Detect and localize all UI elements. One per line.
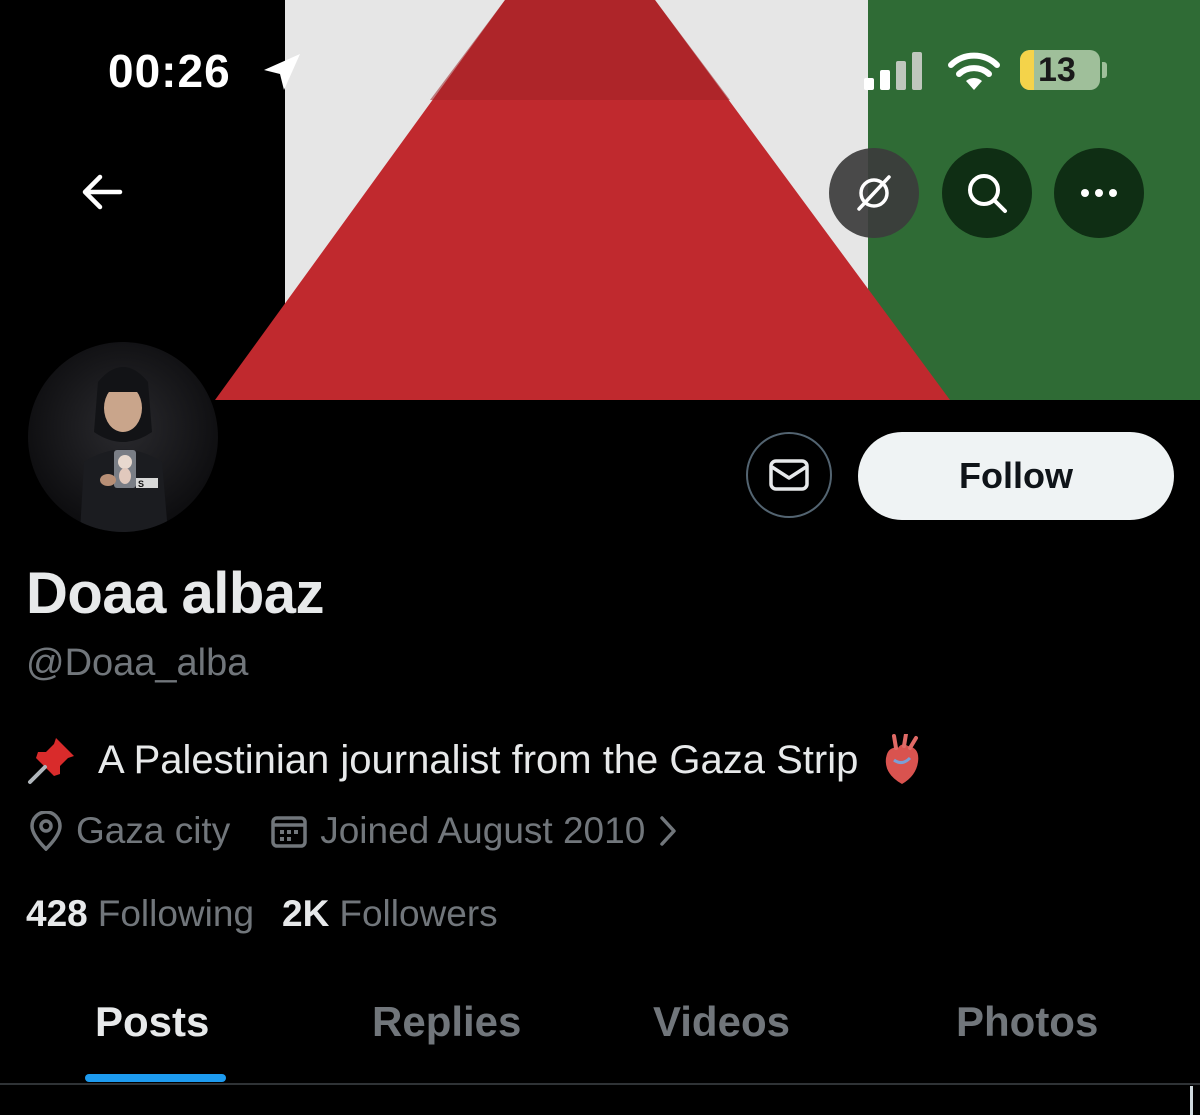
- scrollbar[interactable]: [1190, 1086, 1193, 1115]
- tab-posts[interactable]: Posts: [95, 998, 209, 1046]
- following-label: Following: [97, 893, 255, 934]
- chevron-right-icon: [659, 815, 677, 847]
- following-link[interactable]: 428 Following: [26, 893, 254, 935]
- user-handle: @Doaa_alba: [26, 642, 249, 684]
- tab-replies[interactable]: Replies: [372, 998, 521, 1046]
- active-tab-indicator: [85, 1074, 226, 1082]
- followers-link[interactable]: 2K Followers: [282, 893, 498, 935]
- avatar-image: S: [28, 342, 218, 532]
- message-button[interactable]: [746, 432, 832, 518]
- location-services-icon: [262, 52, 302, 97]
- envelope-icon: [769, 459, 809, 491]
- wifi-icon: [946, 50, 1002, 97]
- followers-count: 2K: [282, 893, 330, 934]
- profile-meta: Gaza city Joined August 2010: [28, 810, 677, 852]
- grok-icon: [857, 175, 891, 211]
- arrow-left-icon: [82, 174, 123, 210]
- profile-tabs: Posts Replies Videos Photos: [0, 980, 1200, 1080]
- more-options-button[interactable]: [1054, 148, 1144, 238]
- followers-label: Followers: [339, 893, 498, 934]
- display-name: Doaa albaz: [26, 561, 325, 626]
- location-text: Gaza city: [76, 810, 231, 851]
- follow-button[interactable]: Follow: [858, 432, 1174, 520]
- tab-videos[interactable]: Videos: [653, 998, 790, 1046]
- bio-text: A Palestinian journalist from the Gaza S…: [98, 737, 859, 782]
- joined-text: Joined August 2010: [320, 810, 646, 851]
- search-icon: [968, 174, 1007, 213]
- anatomical-heart-icon: [880, 734, 924, 786]
- ellipsis-icon: [1081, 189, 1117, 197]
- profile-bio: A Palestinian journalist from the Gaza S…: [26, 734, 924, 786]
- location-pin-icon: [28, 811, 64, 851]
- tabs-divider: [0, 1083, 1200, 1085]
- grok-button[interactable]: [829, 148, 919, 238]
- profile-avatar[interactable]: S: [24, 338, 222, 536]
- cellular-signal-icon: [864, 52, 926, 95]
- svg-text:S: S: [138, 479, 144, 489]
- following-count: 428: [26, 893, 88, 934]
- calendar-icon: [270, 812, 308, 850]
- joined-item[interactable]: Joined August 2010: [270, 810, 677, 852]
- battery-indicator: 13: [1020, 50, 1100, 90]
- tab-photos[interactable]: Photos: [956, 998, 1098, 1046]
- pushpin-icon: [26, 734, 78, 786]
- battery-cap: [1102, 62, 1107, 78]
- follow-stats: 428 Following 2K Followers: [26, 893, 498, 935]
- back-button[interactable]: [62, 152, 142, 232]
- status-time: 00:26: [108, 45, 231, 97]
- search-button[interactable]: [942, 148, 1032, 238]
- location-item: Gaza city: [28, 810, 230, 852]
- battery-level: 13: [1038, 50, 1076, 89]
